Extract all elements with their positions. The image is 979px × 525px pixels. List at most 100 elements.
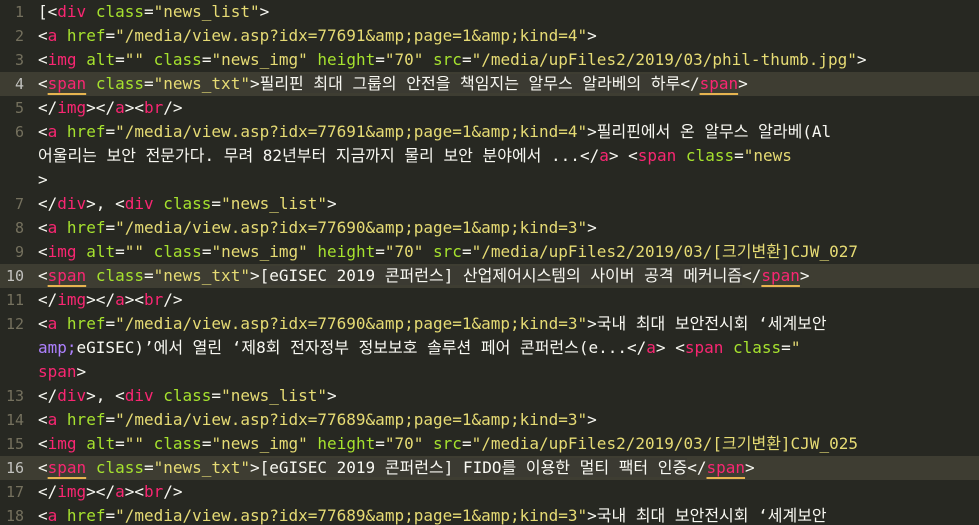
code-line[interactable]: 13 </div>, <div class="news_list"> xyxy=(0,384,979,408)
punctuation-token: = xyxy=(211,386,222,405)
tag-name-token: span xyxy=(761,266,800,285)
line-code: </div>, <div class="news_list"> xyxy=(38,192,337,216)
punctuation-token xyxy=(144,242,154,261)
code-line[interactable]: 3 <img alt="" class="news_img" height="70… xyxy=(0,48,979,72)
punctuation-token xyxy=(308,434,318,453)
code-line[interactable]: 8 <a href="/media/view.asp?idx=77690&amp;… xyxy=(0,216,979,240)
attribute-name-token: class xyxy=(153,50,202,69)
tag-name-token: a xyxy=(646,338,656,357)
code-line[interactable]: 2 <a href="/media/view.asp?idx=77691&amp;… xyxy=(0,24,979,48)
code-line[interactable]: span> xyxy=(0,360,979,384)
punctuation-token: < xyxy=(38,50,48,69)
line-number: 1 xyxy=(14,3,24,21)
code-line[interactable]: 15 <img alt="" class="news_img" height="7… xyxy=(0,432,979,456)
string-value-token: "/media/view.asp?idx=77691&amp;page=1&am… xyxy=(115,122,588,141)
punctuation-token: = xyxy=(105,506,116,525)
tag-name-token: a xyxy=(47,26,58,45)
punctuation-token: = xyxy=(105,314,116,333)
code-line[interactable]: 6 <a href="/media/view.asp?idx=77691&amp;… xyxy=(0,120,979,144)
punctuation-token: = xyxy=(201,50,212,69)
entity-token: amp; xyxy=(38,338,77,357)
punctuation-token: = xyxy=(143,2,154,21)
string-value-token: "70" xyxy=(384,50,424,69)
tag-name-token: div xyxy=(124,386,154,405)
tag-name-token: a xyxy=(115,98,125,117)
punctuation-token xyxy=(86,266,96,285)
code-editor[interactable]: 1 [<div class="news_list"> 2 <a href="/medi… xyxy=(0,0,979,525)
attribute-name-token: class xyxy=(685,146,735,165)
line-code: <a href="/media/view.asp?idx=77690&amp;p… xyxy=(38,216,597,240)
punctuation-token xyxy=(144,50,154,69)
text-content-token: 국내 최대 보안전시회 ‘세계보안 xyxy=(596,314,827,333)
string-value-token: "" xyxy=(124,434,144,453)
punctuation-token: = xyxy=(211,194,222,213)
punctuation-token xyxy=(308,50,318,69)
tag-name-token: a xyxy=(115,290,125,309)
punctuation-token: = xyxy=(115,50,125,69)
punctuation-token: = xyxy=(105,218,116,237)
string-value-token: "news_img" xyxy=(211,242,308,261)
punctuation-token xyxy=(423,50,433,69)
punctuation-token: = xyxy=(105,410,116,429)
tag-name-token: br xyxy=(143,482,164,501)
punctuation-token: < xyxy=(38,122,48,141)
line-code: span> xyxy=(38,360,86,384)
punctuation-token: > xyxy=(587,314,597,333)
code-line[interactable]: 18 <a href="/media/view.asp?idx=77689&amp… xyxy=(0,504,979,525)
tag-name-token: span xyxy=(684,338,724,357)
code-line[interactable]: 어울리는 보안 전문가다. 무려 82년부터 지금까지 물리 보안 분야에서 .… xyxy=(0,144,979,168)
punctuation-token xyxy=(57,218,67,237)
tag-name-token: a xyxy=(47,410,58,429)
punctuation-token: /> xyxy=(163,98,183,117)
punctuation-token: > xyxy=(587,410,597,429)
line-number: 18 xyxy=(5,507,24,525)
tag-name-token: a xyxy=(47,314,58,333)
punctuation-token: > xyxy=(249,74,260,93)
attribute-name-token: height xyxy=(317,50,376,69)
punctuation-token xyxy=(423,434,433,453)
punctuation-token: > xyxy=(587,26,597,45)
code-line[interactable]: 9 <img alt="" class="news_img" height="70… xyxy=(0,240,979,264)
code-line[interactable]: 10 <span class="news_txt">[eGISEC 2019 콘퍼… xyxy=(0,264,979,288)
tag-name-token: a xyxy=(47,218,58,237)
code-line[interactable]: 14 <a href="/media/view.asp?idx=77689&amp… xyxy=(0,408,979,432)
line-code: 어울리는 보안 전문가다. 무려 82년부터 지금까지 물리 보안 분야에서 .… xyxy=(38,144,792,168)
attribute-name-token: href xyxy=(66,410,106,429)
punctuation-token: = xyxy=(734,146,744,165)
punctuation-token: < xyxy=(38,74,48,93)
punctuation-token: > xyxy=(587,506,597,525)
punctuation-token: > xyxy=(327,386,337,405)
code-line[interactable]: 17 </img></a><br/> xyxy=(0,480,979,504)
tag-name-token: div xyxy=(57,194,87,213)
code-line[interactable]: amp;eGISEC)’에서 열린 ‘제8회 전자정부 정보보호 솔루션 페어 … xyxy=(0,336,979,360)
line-number: 6 xyxy=(14,123,24,141)
line-number: 10 xyxy=(5,267,24,285)
string-value-token: "/media/view.asp?idx=77690&amp;page=1&am… xyxy=(115,218,588,237)
punctuation-token: > xyxy=(799,266,810,285)
line-code: <img alt="" class="news_img" height="70"… xyxy=(38,48,867,72)
text-content-token: [eGISEC 2019 콘퍼런스] 산업제어시스템의 사이버 공격 메커니즘 xyxy=(259,266,743,285)
string-value-token: "" xyxy=(124,242,144,261)
punctuation-token: = xyxy=(461,434,472,453)
line-number: 15 xyxy=(5,435,24,453)
code-line[interactable]: 7 </div>, <div class="news_list"> xyxy=(0,192,979,216)
line-number: 4 xyxy=(14,75,24,93)
code-line[interactable]: 11 </img></a><br/> xyxy=(0,288,979,312)
punctuation-token: > xyxy=(327,194,337,213)
code-line[interactable]: 16 <span class="news_txt">[eGISEC 2019 콘퍼… xyxy=(0,456,979,480)
tag-name-token: a xyxy=(115,482,125,501)
code-line[interactable]: 5 </img></a><br/> xyxy=(0,96,979,120)
code-line[interactable]: 1 [<div class="news_list"> xyxy=(0,0,979,24)
string-value-token: "news_list" xyxy=(221,386,328,405)
punctuation-token xyxy=(423,242,433,261)
code-line[interactable]: > xyxy=(0,168,979,192)
tag-name-token: a xyxy=(47,122,58,141)
string-value-token: "/media/view.asp?idx=77689&amp;page=1&am… xyxy=(115,506,588,525)
tag-name-token: img xyxy=(47,242,77,261)
code-line[interactable]: 12 <a href="/media/view.asp?idx=77690&amp… xyxy=(0,312,979,336)
punctuation-token: </ xyxy=(687,458,707,477)
tag-name-token: a xyxy=(47,506,58,525)
string-value-token: " xyxy=(790,338,801,357)
code-line[interactable]: 4 <span class="news_txt">필리핀 최대 그룹의 안전을 책… xyxy=(0,72,979,96)
punctuation-token: < xyxy=(38,26,48,45)
